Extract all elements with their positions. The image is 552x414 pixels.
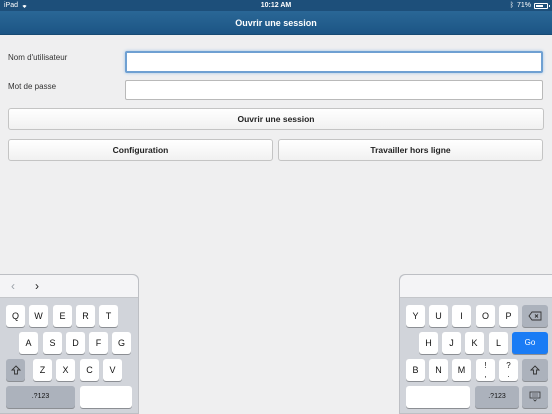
shift-key[interactable] xyxy=(6,359,25,381)
key-o[interactable]: O xyxy=(476,305,495,327)
page-title: Ouvrir une session xyxy=(0,11,552,35)
key-m[interactable]: M xyxy=(452,359,471,381)
key-s[interactable]: S xyxy=(43,332,62,354)
key-h[interactable]: H xyxy=(419,332,438,354)
key-f[interactable]: F xyxy=(89,332,108,354)
key-e[interactable]: E xyxy=(53,305,72,327)
key-i[interactable]: I xyxy=(452,305,471,327)
next-field-icon[interactable]: › xyxy=(30,278,44,294)
key-exclamation-bottom: , xyxy=(484,370,487,379)
key-w[interactable]: W xyxy=(29,305,48,327)
key-u[interactable]: U xyxy=(429,305,448,327)
login-button[interactable]: Ouvrir une session xyxy=(8,108,544,130)
status-time: 10:12 AM xyxy=(260,2,292,9)
key-exclamation[interactable]: ! , xyxy=(476,359,495,381)
shift-icon xyxy=(10,365,21,375)
key-question[interactable]: ? . xyxy=(499,359,518,381)
go-key[interactable]: Go xyxy=(512,332,548,354)
key-r[interactable]: R xyxy=(76,305,95,327)
shift-key-right[interactable] xyxy=(522,359,548,381)
keyboard-toolbar: ‹ › xyxy=(0,275,138,298)
battery-percentage: 71% xyxy=(516,2,531,9)
backspace-icon xyxy=(528,311,542,321)
battery-icon xyxy=(534,2,550,9)
numbers-key-right[interactable]: .?123 xyxy=(475,386,519,408)
key-y[interactable]: Y xyxy=(406,305,425,327)
key-question-bottom: . xyxy=(507,370,510,379)
previous-field-icon[interactable]: ‹ xyxy=(6,278,20,294)
key-d[interactable]: D xyxy=(66,332,85,354)
key-v[interactable]: V xyxy=(103,359,122,381)
key-question-top: ? xyxy=(506,361,511,370)
key-c[interactable]: C xyxy=(80,359,99,381)
password-input[interactable] xyxy=(125,80,543,100)
password-label: Mot de passe xyxy=(8,82,57,91)
key-l[interactable]: L xyxy=(489,332,508,354)
key-k[interactable]: K xyxy=(465,332,484,354)
key-z[interactable]: Z xyxy=(33,359,52,381)
key-g[interactable]: G xyxy=(112,332,131,354)
space-key-left[interactable] xyxy=(80,386,132,408)
numbers-key[interactable]: .?123 xyxy=(6,386,75,408)
key-p[interactable]: P xyxy=(499,305,518,327)
shift-icon xyxy=(529,365,541,375)
offline-button[interactable]: Travailler hors ligne xyxy=(278,139,543,161)
key-j[interactable]: J xyxy=(442,332,461,354)
hide-keyboard-key[interactable] xyxy=(522,386,548,408)
key-n[interactable]: N xyxy=(429,359,448,381)
configuration-button[interactable]: Configuration xyxy=(8,139,273,161)
keyboard-toolbar-right xyxy=(400,275,552,298)
key-t[interactable]: T xyxy=(99,305,118,327)
key-exclamation-top: ! xyxy=(484,361,487,370)
bluetooth-icon: ᛒ xyxy=(509,2,514,9)
username-label: Nom d'utilisateur xyxy=(8,53,68,62)
key-x[interactable]: X xyxy=(56,359,75,381)
keyboard-hide-icon xyxy=(529,391,541,402)
keyboard-left: ‹ › Q W E R T A S D F G Z X C V .?123 xyxy=(0,274,139,414)
key-q[interactable]: Q xyxy=(6,305,25,327)
keyboard-right: Y U I O P H J K L Go B N M ! , ? . .?123 xyxy=(399,274,552,414)
battery-fill xyxy=(536,4,543,7)
space-key-right[interactable] xyxy=(406,386,470,408)
username-input[interactable] xyxy=(125,51,543,73)
key-b[interactable]: B xyxy=(406,359,425,381)
backspace-key[interactable] xyxy=(522,305,548,327)
status-bar: iPad 10:12 AM ᛒ 71% xyxy=(0,0,552,11)
key-a[interactable]: A xyxy=(19,332,38,354)
